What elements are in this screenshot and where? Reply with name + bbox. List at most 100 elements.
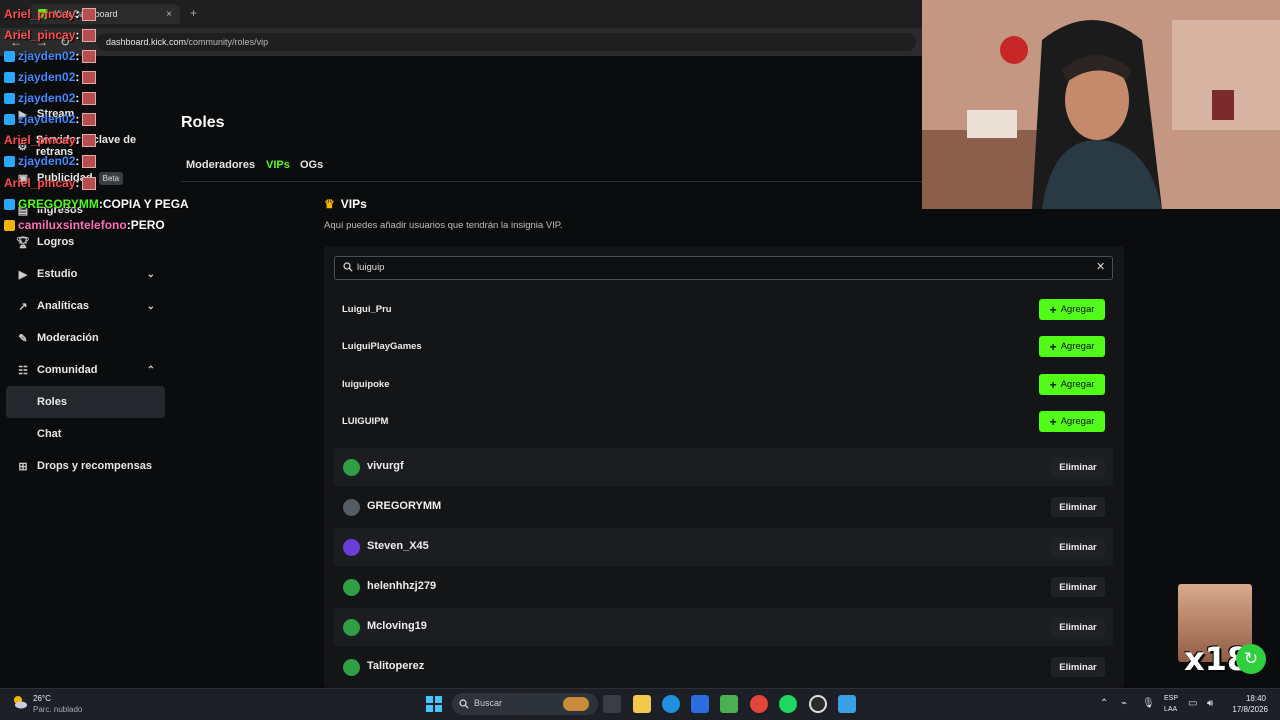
vip-row: vivurgf Eliminar: [334, 448, 1113, 486]
weather-temperature[interactable]: 26°C: [33, 694, 51, 703]
new-tab-button[interactable]: +: [190, 6, 197, 20]
windows-start-icon[interactable]: [426, 696, 442, 712]
chat-separator: :: [75, 133, 80, 147]
chrome-icon[interactable]: [750, 695, 768, 713]
avatar: [343, 459, 360, 476]
chat-message: Ariel_pincay :: [4, 176, 97, 190]
vip-row: Steven_X45 Eliminar: [334, 528, 1113, 566]
sidebar-item-analytics[interactable]: ↗ Analíticas ⌄: [6, 290, 165, 322]
search-icon: [343, 262, 353, 272]
tab-moderators[interactable]: Moderadores: [186, 159, 255, 171]
badge-icon: [4, 71, 15, 83]
chat-message: GREGORYMM : COPIA Y PEGA: [4, 197, 189, 211]
sidebar-item-studio[interactable]: ▶ Estudio ⌄: [6, 258, 165, 290]
emote-icon: [82, 49, 97, 63]
add-label: Agregar: [1060, 379, 1095, 390]
tab-vips[interactable]: VIPs: [266, 159, 290, 171]
emote-icon: [82, 70, 97, 84]
emote-icon: [82, 112, 97, 126]
emote-icon: [82, 91, 97, 105]
sidebar-item-chat[interactable]: Chat: [6, 418, 165, 450]
sidebar-item-moderation[interactable]: ✎ Moderación: [6, 322, 165, 354]
search-icon: [459, 699, 469, 709]
chat-username: zjayden02: [18, 49, 76, 63]
plus-icon: +: [1049, 377, 1057, 392]
emote-icon: [82, 133, 97, 147]
edge-icon[interactable]: [662, 695, 680, 713]
microphone-icon[interactable]: 🎙︎: [1142, 698, 1155, 709]
remove-vip-button[interactable]: Eliminar: [1051, 497, 1105, 517]
avatar: [343, 579, 360, 596]
network-icon[interactable]: ⌁: [1121, 698, 1127, 709]
sidebar-item-drops[interactable]: ⊞ Drops y recompensas: [6, 450, 165, 482]
sidebar-item-label: Comunidad: [37, 364, 98, 376]
vip-username: Mcloving19: [367, 620, 427, 632]
file-explorer-icon[interactable]: [633, 695, 651, 713]
obs-icon[interactable]: [809, 695, 827, 713]
add-vip-button[interactable]: + Agregar: [1039, 411, 1105, 432]
close-tab-icon[interactable]: ×: [166, 9, 172, 20]
section-title-text: VIPs: [340, 197, 367, 211]
add-vip-button[interactable]: + Agregar: [1039, 374, 1105, 395]
crown-badge-icon: [4, 219, 15, 231]
chat-separator: :: [75, 154, 80, 168]
sidebar-item-label: Logros: [37, 236, 75, 248]
trophy-icon: 🏆︎: [16, 236, 30, 249]
add-vip-button[interactable]: + Agregar: [1039, 336, 1105, 357]
url-path: /community/roles/vip: [186, 37, 269, 47]
chevron-up-icon[interactable]: ⌃: [1100, 698, 1108, 709]
sidebar-item-label: Drops y recompensas: [37, 460, 152, 472]
spotify-icon[interactable]: [779, 695, 797, 713]
tab-ogs[interactable]: OGs: [300, 159, 323, 171]
remove-vip-button[interactable]: Eliminar: [1051, 457, 1105, 477]
clock-date: 17/8/2026: [1232, 705, 1268, 714]
add-vip-button[interactable]: + Agregar: [1039, 299, 1105, 320]
chat-separator: :: [75, 28, 80, 42]
keyboard-layout: LAA: [1164, 706, 1178, 713]
avatar: [343, 499, 360, 516]
chat-separator: :: [75, 91, 80, 105]
remove-vip-button[interactable]: Eliminar: [1051, 617, 1105, 637]
task-view-icon[interactable]: [603, 695, 621, 713]
chat-username: zjayden02: [18, 154, 76, 168]
vip-username: helenhhzj279: [367, 580, 437, 592]
chat-username: Ariel_pincay: [4, 176, 76, 190]
clock-time[interactable]: 18:40: [1226, 694, 1266, 703]
chat-message: camiluxsintelefono : PERO: [4, 218, 165, 232]
remove-vip-button[interactable]: Eliminar: [1051, 657, 1105, 677]
emote-icon: [82, 7, 97, 21]
clear-search-icon[interactable]: ✕: [1096, 262, 1105, 273]
display-icon[interactable]: ▭: [1188, 698, 1197, 709]
chat-separator: :: [75, 70, 80, 84]
store-icon[interactable]: [691, 695, 709, 713]
notepad-icon[interactable]: [838, 695, 856, 713]
volume-icon[interactable]: 🔊︎: [1207, 698, 1213, 709]
sidebar-item-label: Moderación: [37, 332, 99, 344]
chat-message: zjayden02 :: [4, 70, 97, 84]
chevron-up-icon: ⌃: [146, 364, 155, 376]
analytics-icon: ↗: [18, 300, 28, 313]
chat-message: Ariel_pincay :: [4, 133, 97, 147]
sidebar-item-roles[interactable]: Roles: [6, 386, 165, 418]
avatar: [343, 619, 360, 636]
minecraft-icon[interactable]: [720, 695, 738, 713]
vip-row: Mcloving19 Eliminar: [334, 608, 1113, 646]
chat-username: zjayden02: [18, 70, 76, 84]
vip-row: GREGORYMM Eliminar: [334, 488, 1113, 526]
remove-vip-button[interactable]: Eliminar: [1051, 577, 1105, 597]
chat-message: Ariel_pincay :: [4, 7, 97, 21]
emote-icon: [82, 154, 97, 168]
plus-icon: +: [1049, 414, 1057, 429]
user-search-input[interactable]: luiguip: [334, 256, 1113, 280]
chat-separator: :: [75, 112, 80, 126]
url-field[interactable]: dashboard.kick.com/community/roles/vip: [96, 33, 916, 51]
add-label: Agregar: [1060, 341, 1095, 352]
chat-text: COPIA Y PEGA: [102, 197, 189, 211]
sidebar-item-community[interactable]: ☷ Comunidad ⌃: [6, 354, 165, 386]
remove-vip-button[interactable]: Eliminar: [1051, 537, 1105, 557]
plus-icon: +: [1049, 302, 1057, 317]
search-result-name: LuiguiPlayGames: [342, 341, 422, 352]
url-host: dashboard.kick.com: [106, 37, 187, 47]
language-indicator[interactable]: ESP: [1164, 695, 1178, 702]
emote-icon: [82, 28, 97, 42]
